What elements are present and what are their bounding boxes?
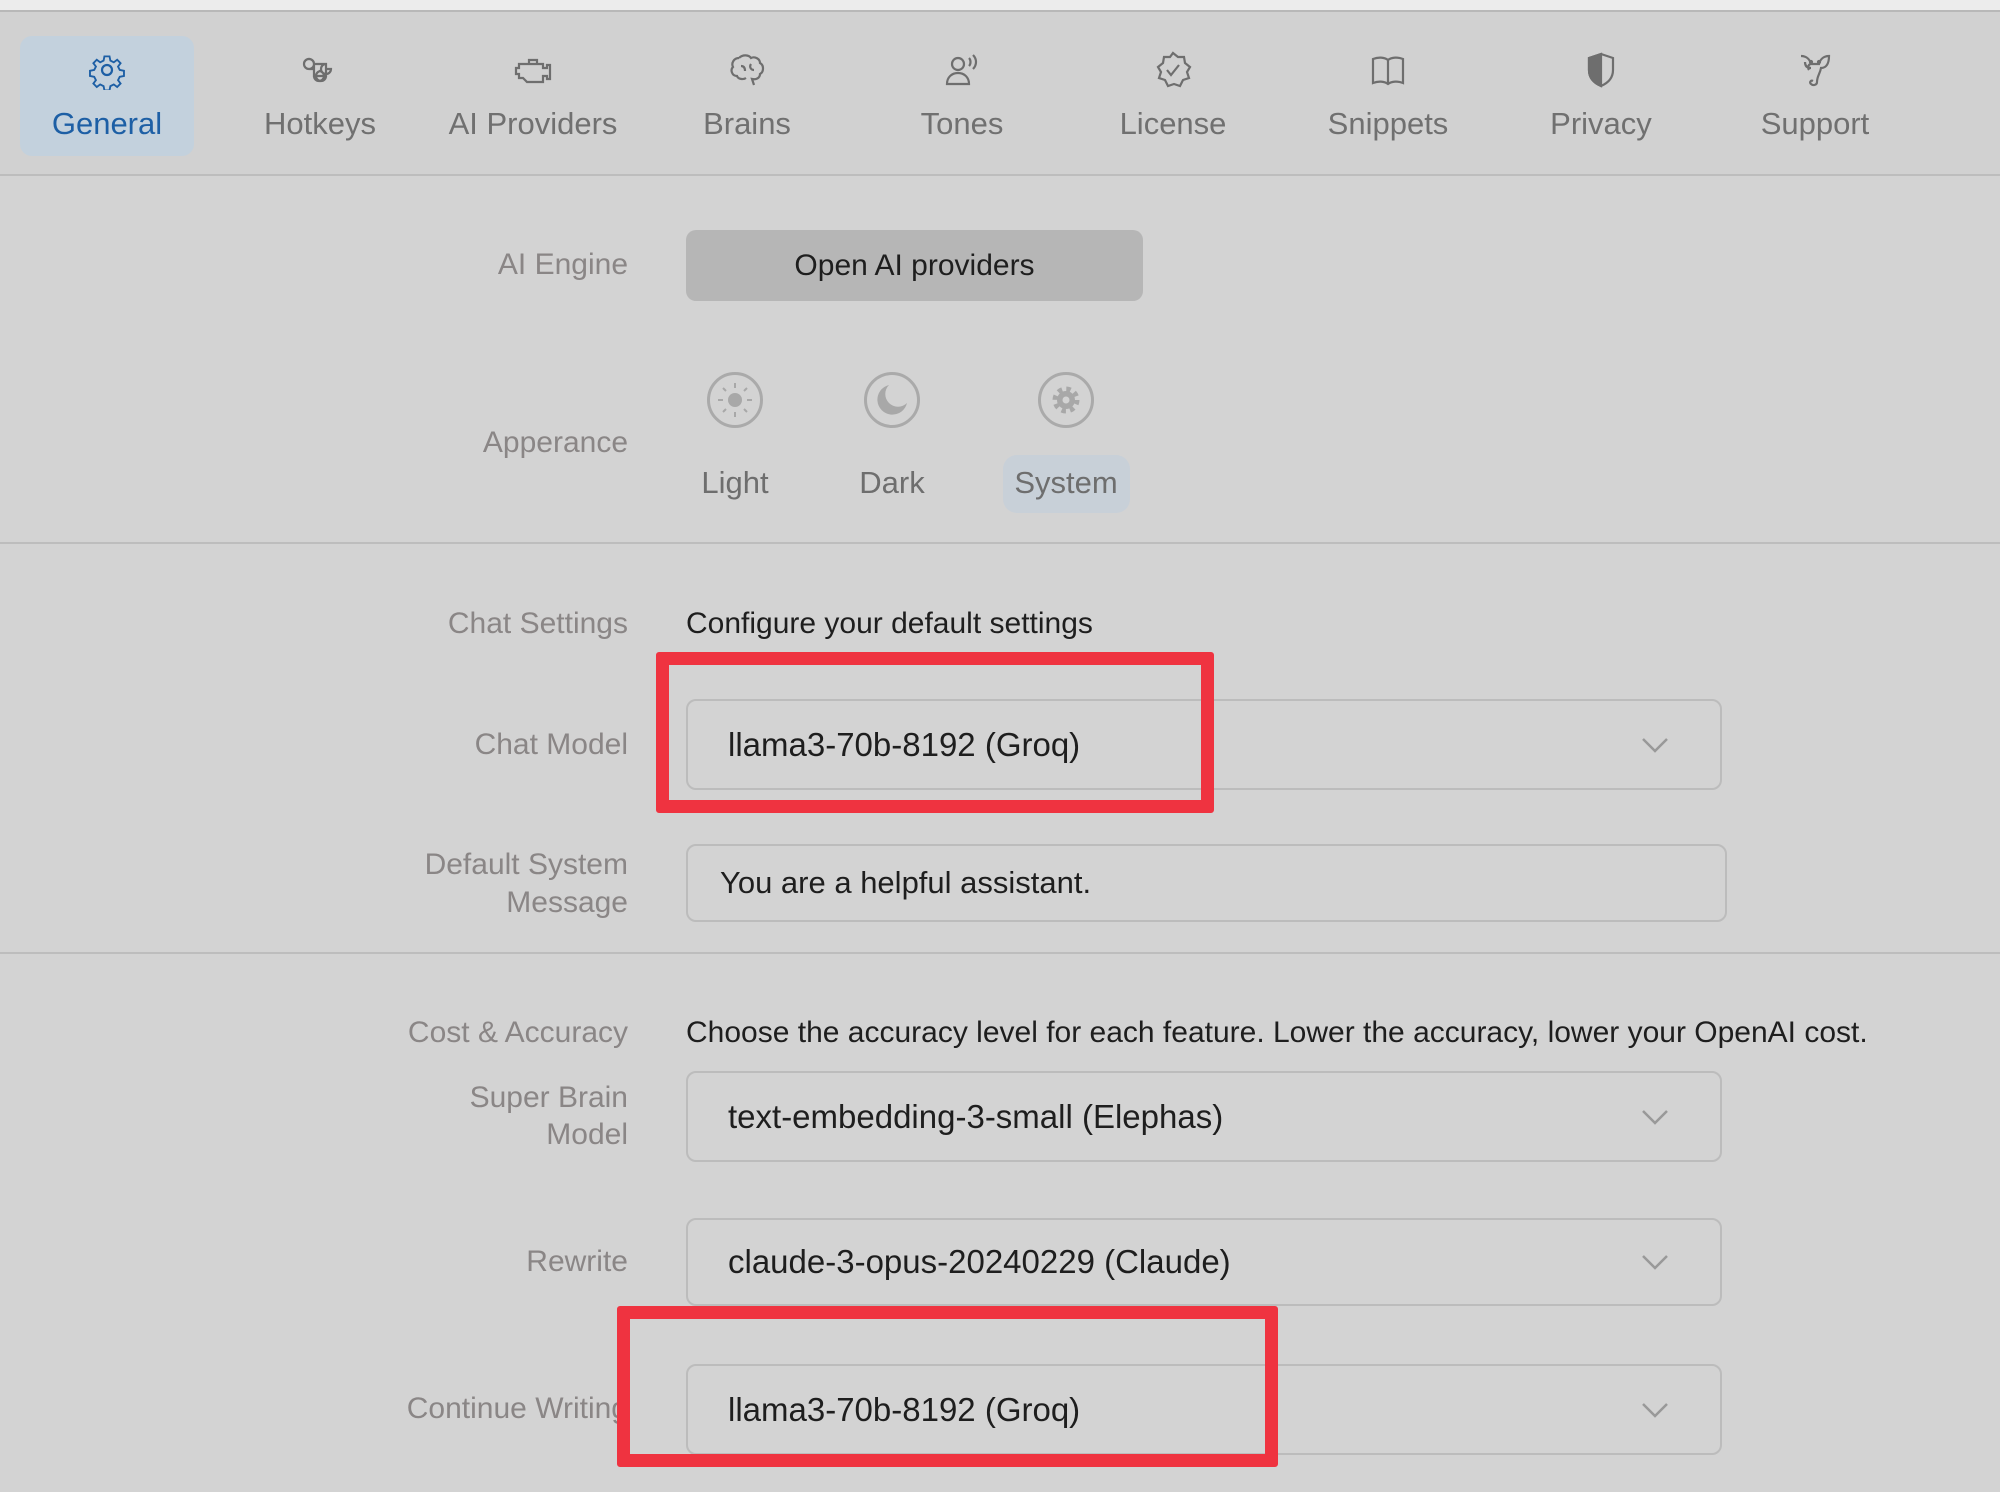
tab-general[interactable]: General — [20, 36, 194, 156]
tab-tones[interactable]: Tones — [875, 36, 1049, 156]
divider — [0, 952, 2000, 954]
tab-hotkeys[interactable]: Hotkeys — [233, 36, 407, 156]
ai-engine-label: AI Engine — [497, 248, 628, 281]
highlight-annotation — [617, 1306, 1278, 1467]
command-icon — [302, 57, 333, 83]
chevron-down-icon — [1642, 1402, 1668, 1418]
chevron-down-icon — [1642, 1109, 1668, 1125]
tab-brains[interactable]: Brains — [660, 36, 834, 156]
tab-privacy[interactable]: Privacy — [1514, 36, 1688, 156]
tab-label: Privacy — [1550, 106, 1652, 141]
cost-accuracy-description: Choose the accuracy level for each featu… — [686, 1016, 1868, 1049]
default-system-message-label-line2: Message — [506, 886, 628, 919]
tab-label: Brains — [703, 106, 791, 141]
brain-icon — [730, 54, 765, 86]
super-brain-model-select[interactable]: text-embedding-3-small (Elephas) — [686, 1071, 1722, 1162]
chevron-down-icon — [1642, 1255, 1668, 1270]
theme-label: System — [1014, 465, 1118, 500]
highlight-annotation — [656, 652, 1214, 813]
super-brain-model-label-line1: Super Brain — [469, 1081, 628, 1114]
tab-label: General — [51, 106, 163, 141]
tab-support[interactable]: Support — [1728, 36, 1902, 156]
chat-model-label: Chat Model — [474, 728, 628, 761]
gear-icon — [89, 55, 125, 90]
default-system-message-label-line1: Default System — [424, 848, 628, 881]
chat-settings-description: Configure your default settings — [686, 607, 1093, 640]
super-brain-model-label-line2: Model — [546, 1118, 628, 1151]
tab-label: AI Providers — [448, 106, 618, 141]
chevron-down-icon — [1642, 737, 1668, 753]
settings-toolbar: General Hotkeys AI Providers Brains Tone… — [0, 12, 2000, 176]
gear-icon — [1038, 372, 1094, 428]
selected-value: text-embedding-3-small (Elephas) — [728, 1097, 1224, 1135]
input-value: You are a helpful assistant. — [720, 865, 1092, 900]
continue-writing-label: Continue Writing — [406, 1392, 628, 1425]
theme-label: Dark — [859, 465, 925, 500]
rewrite-model-select[interactable]: claude-3-opus-20240229 (Claude) — [686, 1218, 1722, 1306]
checkmark-seal-icon — [1156, 51, 1192, 88]
rewrite-label: Rewrite — [526, 1245, 628, 1278]
tab-label: Snippets — [1327, 106, 1449, 141]
theme-label: Light — [701, 465, 769, 500]
moon-icon — [864, 372, 920, 428]
tab-label: Support — [1760, 106, 1870, 141]
elephant-icon — [1800, 54, 1831, 87]
tab-license[interactable]: License — [1086, 36, 1260, 156]
shield-icon — [1587, 52, 1615, 88]
cost-accuracy-label: Cost & Accuracy — [407, 1016, 628, 1049]
tab-label: License — [1119, 106, 1227, 141]
open-ai-providers-button[interactable]: Open AI providers — [686, 230, 1143, 301]
window-top-strip — [0, 0, 2000, 12]
speaking-person-icon — [945, 54, 978, 86]
tab-label: Tones — [920, 106, 1004, 141]
book-icon — [1371, 56, 1405, 86]
engine-icon — [514, 58, 552, 84]
selected-value: claude-3-opus-20240229 (Claude) — [728, 1243, 1231, 1280]
divider — [0, 542, 2000, 544]
chat-settings-label: Chat Settings — [447, 607, 628, 640]
default-system-message-input[interactable]: You are a helpful assistant. — [686, 844, 1727, 922]
tab-ai-providers[interactable]: AI Providers — [446, 36, 620, 156]
appearance-label: Apperance — [482, 426, 628, 459]
tab-label: Hotkeys — [264, 106, 376, 141]
sun-icon — [707, 372, 763, 428]
tab-snippets[interactable]: Snippets — [1301, 36, 1475, 156]
